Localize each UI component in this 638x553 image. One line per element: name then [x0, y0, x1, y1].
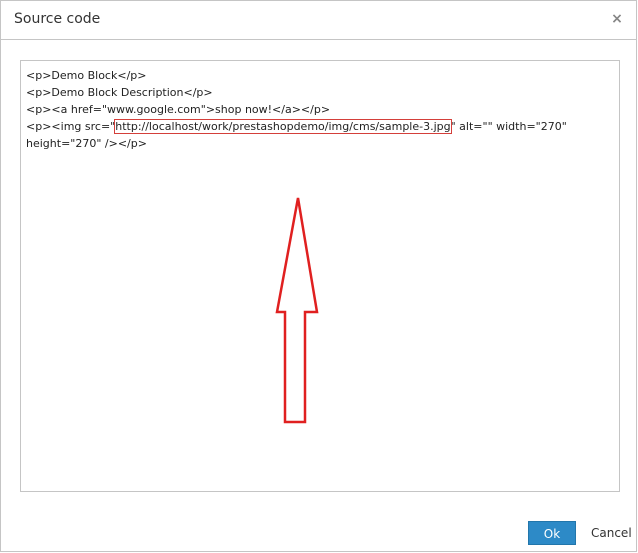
img-tag-prefix: <p><img src=": [26, 120, 116, 133]
ok-button[interactable]: Ok: [528, 521, 576, 545]
code-line-5: height="270" /></p>: [26, 137, 147, 150]
code-line-3: <p><a href="www.google.com">shop now!</a…: [26, 103, 331, 116]
img-tag-suffix: " alt="" width="270": [450, 120, 567, 133]
source-code-textarea[interactable]: <p>Demo Block</p> <p>Demo Block Descript…: [20, 60, 620, 492]
code-line-2: <p>Demo Block Description</p>: [26, 86, 213, 99]
arrow-shape: [275, 197, 319, 424]
dialog-title: Source code: [14, 11, 101, 27]
code-line-1: <p>Demo Block</p>: [26, 69, 147, 82]
source-code-content: <p>Demo Block</p> <p>Demo Block Descript…: [26, 67, 586, 152]
dialog-titlebar: Source code ×: [1, 1, 636, 40]
highlighted-img-url: http://localhost/work/prestashopdemo/img…: [114, 119, 452, 134]
source-code-dialog: Source code × <p>Demo Block</p> <p>Demo …: [0, 0, 637, 552]
up-arrow-annotation: [275, 197, 319, 424]
code-line-4: <p><img src="http://localhost/work/prest…: [26, 118, 586, 135]
close-icon[interactable]: ×: [610, 11, 624, 27]
cancel-button[interactable]: Cancel: [585, 521, 632, 545]
